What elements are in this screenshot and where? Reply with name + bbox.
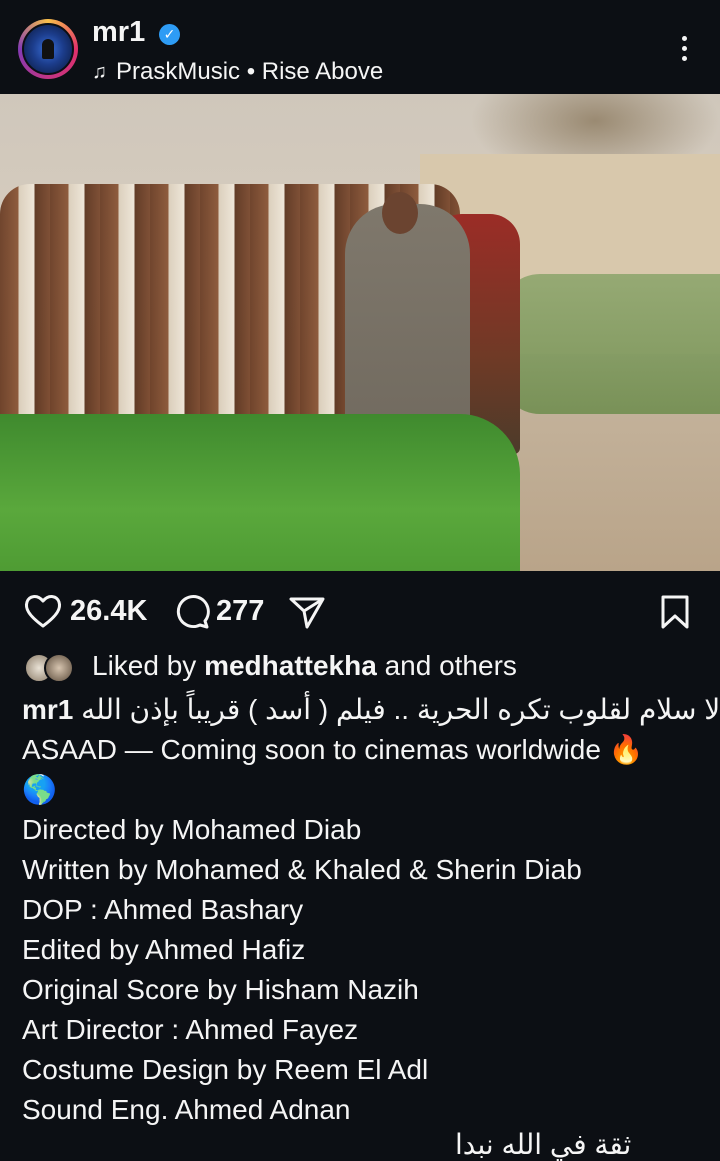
post-header: mr1 ✓ ♫ PraskMusic • Rise Above [0, 0, 720, 94]
background-grass [500, 274, 720, 414]
liked-by-row[interactable]: Liked by medhattekha and others [24, 648, 517, 684]
liked-by-prefix: Liked by [92, 650, 205, 681]
more-options-icon[interactable] [674, 36, 694, 66]
avatar-image [22, 23, 74, 75]
bookmark-icon[interactable] [660, 594, 690, 630]
action-bar: 26.4K 277 [0, 586, 720, 636]
liker-avatar [44, 653, 74, 683]
comment-icon[interactable] [172, 591, 210, 631]
liked-by-suffix: and others [376, 650, 517, 681]
liker-avatars [24, 651, 80, 683]
robed-figure-head [382, 192, 418, 234]
comment-count[interactable]: 277 [216, 595, 264, 628]
comment-action[interactable]: 277 [172, 586, 264, 636]
like-count[interactable]: 26.4K [70, 595, 147, 628]
heart-icon[interactable] [22, 590, 64, 632]
caption-username[interactable]: mr1 [22, 690, 73, 730]
caption-line: Directed by Mohamed Diab [22, 814, 362, 845]
caption-line: ASAAD — Coming soon to cinemas worldwide… [22, 734, 644, 765]
caption-arabic: لا سلام لقلوب تكره الحرية .. فيلم ( أسد … [81, 694, 720, 725]
post-caption: mr1 لا سلام لقلوب تكره الحرية .. فيلم ( … [22, 690, 720, 1130]
liked-by-user[interactable]: medhattekha [204, 650, 377, 681]
caption-line: Costume Design by Reem El Adl [22, 1054, 429, 1085]
caption-line: Original Score by Hisham Nazih [22, 974, 419, 1005]
caption-cutoff-line: ثقة في الله نبدا [455, 1129, 632, 1160]
music-label: PraskMusic • Rise Above [116, 58, 384, 85]
caption-line: Sound Eng. Ahmed Adnan [22, 1094, 351, 1125]
caption-line: Art Director : Ahmed Fayez [22, 1014, 359, 1045]
profile-avatar[interactable] [18, 19, 78, 79]
caption-line: DOP : Ahmed Bashary [22, 894, 304, 925]
post-image[interactable] [0, 94, 720, 571]
share-icon[interactable] [288, 594, 326, 630]
like-action[interactable]: 26.4K [22, 586, 147, 636]
post-username[interactable]: mr1 [92, 16, 145, 49]
foreground-grass [0, 414, 520, 571]
caption-line: Written by Mohamed & Khaled & Sherin Dia… [22, 854, 582, 885]
verified-badge-icon: ✓ [159, 24, 180, 45]
caption-line: Edited by Ahmed Hafiz [22, 934, 306, 965]
liked-by-text: Liked by medhattekha and others [92, 650, 517, 682]
caption-line: 🌎 [22, 774, 57, 805]
caption-first-line: mr1 لا سلام لقلوب تكره الحرية .. فيلم ( … [22, 690, 720, 730]
music-track[interactable]: ♫ PraskMusic • Rise Above [92, 58, 383, 86]
music-note-icon: ♫ [92, 60, 107, 83]
